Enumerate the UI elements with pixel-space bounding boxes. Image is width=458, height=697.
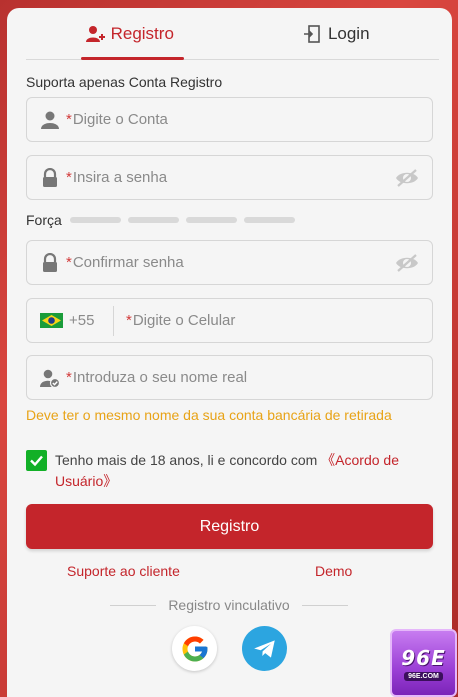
register-button[interactable]: Registro	[26, 504, 433, 549]
phone-field[interactable]: +55 *Digite o Celular	[26, 298, 433, 343]
social-separator: Registro vinculativo	[110, 597, 349, 613]
checkmark-icon	[30, 455, 43, 467]
password-placeholder: *Insira a senha	[66, 169, 168, 186]
account-placeholder: *Digite o Conta	[66, 111, 168, 128]
eye-off-icon[interactable]	[395, 252, 419, 274]
register-modal: Registro Login Suporta apenas Conta Regi…	[7, 8, 452, 697]
brazil-flag-icon[interactable]	[40, 313, 63, 328]
register-subtitle: Suporta apenas Conta Registro	[26, 74, 223, 90]
confirm-placeholder: *Confirmar senha	[66, 254, 184, 271]
separator-text: Registro vinculativo	[168, 597, 290, 613]
name-warning: Deve ter o mesmo nome da sua conta bancá…	[26, 407, 392, 423]
strength-bar	[243, 217, 295, 223]
brand-name: 96E	[401, 645, 446, 670]
telegram-icon	[253, 639, 275, 658]
agreement-text: Tenho mais de 18 anos, li e concordo com…	[55, 452, 399, 489]
google-login-button[interactable]	[172, 626, 217, 671]
separator-line	[301, 604, 349, 606]
eye-off-icon[interactable]	[395, 167, 419, 189]
tab-login[interactable]: Login	[233, 8, 440, 59]
strength-label: Força	[26, 212, 62, 228]
user-icon	[41, 111, 59, 129]
tab-registro[interactable]: Registro	[26, 8, 233, 60]
tab-registro-label: Registro	[110, 23, 174, 43]
google-icon	[182, 636, 207, 661]
door-login-icon	[303, 24, 320, 43]
phone-placeholder: *Digite o Celular	[126, 312, 236, 329]
real-name-placeholder: *Introduza o seu nome real	[66, 369, 248, 386]
password-field[interactable]: *Insira a senha	[26, 155, 433, 200]
telegram-login-button[interactable]	[242, 626, 287, 671]
phone-divider	[113, 305, 114, 336]
strength-bar	[185, 217, 237, 223]
country-code[interactable]: +55	[69, 312, 109, 329]
password-strength: Força	[26, 212, 302, 228]
demo-link[interactable]: Demo	[315, 563, 352, 579]
real-name-field[interactable]: *Introduza o seu nome real	[26, 355, 433, 400]
strength-bar	[69, 217, 121, 223]
strength-bar	[127, 217, 179, 223]
account-field[interactable]: *Digite o Conta	[26, 97, 433, 142]
user-add-icon	[85, 25, 105, 42]
agreement-checkbox[interactable]	[26, 450, 47, 471]
agreement-row: Tenho mais de 18 anos, li e concordo com…	[26, 450, 426, 492]
brand-domain: 96E.COM	[404, 671, 443, 681]
support-link[interactable]: Suporte ao cliente	[67, 563, 180, 579]
lock-icon	[43, 167, 57, 187]
lock-icon	[43, 252, 57, 272]
user-verified-icon	[40, 369, 60, 388]
confirm-password-field[interactable]: *Confirmar senha	[26, 240, 433, 285]
auth-tabs: Registro Login	[26, 8, 439, 60]
tab-login-label: Login	[327, 23, 370, 43]
brand-logo: 96E 96E.COM	[390, 629, 457, 697]
separator-line	[110, 604, 157, 606]
